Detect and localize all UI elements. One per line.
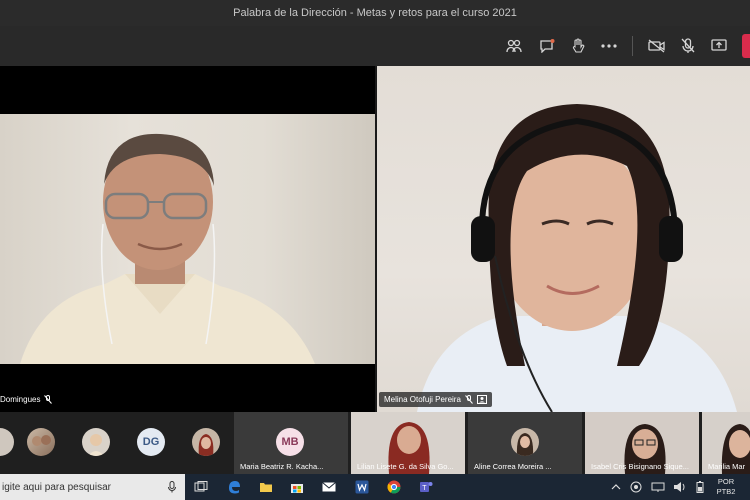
participant-video-left xyxy=(0,114,375,364)
avatar-initials: MB xyxy=(281,436,299,448)
raise-hand-button[interactable] xyxy=(566,34,590,58)
video-stage: Domingues Melina Otofuji Pereira xyxy=(0,66,750,412)
participant-avatar[interactable] xyxy=(0,428,14,456)
share-screen-button[interactable] xyxy=(707,34,731,58)
participant-name: Marilia Mar xyxy=(708,462,746,471)
participant-avatar-mb: MB xyxy=(276,428,304,456)
participant-avatar-dg[interactable]: DG xyxy=(137,428,165,456)
participant-name: Maria Beatriz R. Kacha... xyxy=(240,462,324,471)
mail-button[interactable] xyxy=(321,479,337,495)
chevron-up-icon xyxy=(611,484,621,490)
participant-avatar xyxy=(511,428,539,456)
more-icon xyxy=(601,44,617,48)
windows-taskbar: igite aqui para pesquisar T POR PTB2 xyxy=(0,474,750,500)
input-language-indicator[interactable]: POR PTB2 xyxy=(714,477,738,497)
chrome-button[interactable] xyxy=(386,479,402,495)
chrome-icon xyxy=(387,480,401,494)
task-view-button[interactable] xyxy=(193,479,209,495)
participant-strip: DG MB Maria Beatriz R. Kacha... Lilian L… xyxy=(0,412,750,474)
hand-icon xyxy=(572,38,585,53)
word-button[interactable] xyxy=(354,479,370,495)
edge-button[interactable] xyxy=(226,479,242,495)
leave-button[interactable] xyxy=(742,34,750,58)
contact-card-icon[interactable] xyxy=(476,395,487,404)
search-placeholder: igite aqui para pesquisar xyxy=(2,481,111,493)
word-icon xyxy=(355,480,369,494)
participant-tile[interactable]: Isabel Cris Bisignano Sique... xyxy=(585,412,699,474)
share-screen-icon xyxy=(711,39,727,51)
participant-tile[interactable]: Marilia Mar xyxy=(702,412,750,474)
svg-text:T: T xyxy=(422,485,427,492)
tray-chevron-button[interactable] xyxy=(608,479,624,495)
mic-toggle-button[interactable] xyxy=(676,34,700,58)
tray-app-icon xyxy=(630,481,642,493)
participant-name: Lilian Lisete G. da Silva Go... xyxy=(357,462,454,471)
person-silhouette-right xyxy=(417,104,737,412)
participants-button[interactable] xyxy=(502,34,526,58)
participant-name: Isabel Cris Bisignano Sique... xyxy=(591,462,689,471)
participant-tile[interactable]: MB Maria Beatriz R. Kacha... xyxy=(234,412,348,474)
toolbar-divider xyxy=(632,36,633,56)
chat-button[interactable] xyxy=(535,34,559,58)
language-code: POR xyxy=(717,477,735,486)
avatar-photo-icon xyxy=(198,434,214,456)
people-icon xyxy=(506,39,522,53)
participant-avatar[interactable] xyxy=(192,428,220,456)
network-icon xyxy=(651,482,665,492)
store-button[interactable] xyxy=(289,479,305,495)
avatar-photo-icon xyxy=(516,433,534,456)
speaker-icon xyxy=(674,482,685,492)
network-button[interactable] xyxy=(650,479,666,495)
camera-off-icon xyxy=(648,39,665,53)
video-tile-right[interactable] xyxy=(377,66,750,412)
avatar-initials: DG xyxy=(142,436,160,448)
folder-icon xyxy=(260,483,272,492)
edge-icon xyxy=(229,481,240,494)
teams-button[interactable]: T xyxy=(418,479,434,495)
volume-button[interactable] xyxy=(672,479,688,495)
participant-avatar[interactable] xyxy=(82,428,110,456)
participant-tile[interactable]: Lilian Lisete G. da Silva Go... xyxy=(351,412,465,474)
name-tag-right: Melina Otofuji Pereira xyxy=(379,392,492,407)
mic-off-icon xyxy=(681,38,695,53)
microphone-icon[interactable] xyxy=(168,481,176,493)
keyboard-layout: PTB2 xyxy=(716,487,736,496)
window-title: Palabra de la Dirección - Metas y retos … xyxy=(233,7,517,19)
tray-app-button[interactable] xyxy=(628,479,644,495)
mic-muted-icon xyxy=(465,395,473,404)
store-icon xyxy=(291,484,303,493)
participant-tile[interactable]: Aline Correa Moreira ... xyxy=(468,412,582,474)
mail-icon xyxy=(322,482,336,492)
battery-button[interactable] xyxy=(694,479,706,495)
teams-icon: T xyxy=(420,482,433,492)
person-silhouette-left xyxy=(20,133,315,364)
taskbar-search-box[interactable]: igite aqui para pesquisar xyxy=(0,474,185,500)
window-titlebar: Palabra de la Dirección - Metas y retos … xyxy=(0,0,750,26)
more-actions-button[interactable] xyxy=(597,34,621,58)
participant-name: Domingues xyxy=(0,395,41,404)
participant-avatar[interactable] xyxy=(27,428,55,456)
file-explorer-button[interactable] xyxy=(258,479,274,495)
avatar-photo-icon xyxy=(32,435,51,446)
task-view-icon xyxy=(194,481,208,492)
participant-name: Aline Correa Moreira ... xyxy=(474,462,552,471)
chat-icon xyxy=(540,39,555,53)
mic-muted-icon xyxy=(44,395,53,404)
avatar-photo-icon xyxy=(88,434,104,456)
name-tag-left: Domingues xyxy=(0,395,53,404)
participant-name: Melina Otofuji Pereira xyxy=(384,395,461,404)
battery-icon xyxy=(696,481,704,493)
video-tile-left[interactable]: Domingues xyxy=(0,66,375,412)
meeting-toolbar xyxy=(0,26,750,66)
camera-toggle-button[interactable] xyxy=(645,34,669,58)
